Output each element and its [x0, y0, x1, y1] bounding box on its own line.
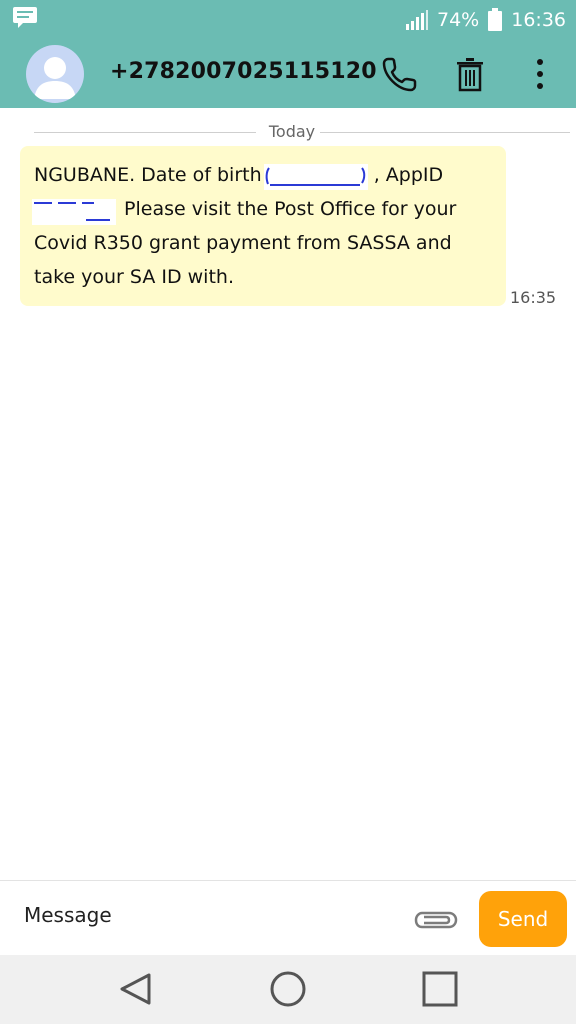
- more-vertical-icon[interactable]: [520, 54, 560, 94]
- signal-icon: [406, 10, 428, 30]
- date-divider: Today: [34, 122, 570, 144]
- message-line4: take your SA ID with.: [34, 266, 234, 288]
- redaction-mark: [264, 164, 368, 190]
- paperclip-icon[interactable]: [412, 907, 460, 933]
- redaction-mark: [32, 199, 116, 225]
- recents-icon[interactable]: [420, 969, 460, 1009]
- status-time: 16:36: [511, 9, 566, 31]
- conversation-header: +2782007025115120: [0, 38, 576, 108]
- navigation-bar: [0, 955, 576, 1024]
- contact-title: +2782007025115120: [110, 59, 377, 84]
- status-bar: 74% 16:36: [0, 0, 576, 38]
- trash-icon[interactable]: [450, 54, 490, 94]
- message-notification-icon: [13, 7, 37, 28]
- message-bubble[interactable]: NGUBANE. Date of birth , AppID Please vi…: [20, 146, 506, 306]
- phone-icon[interactable]: [380, 54, 420, 94]
- message-input[interactable]: Message: [24, 903, 112, 927]
- back-icon[interactable]: [116, 969, 156, 1009]
- message-line1-end: , AppID: [373, 164, 444, 186]
- status-right: 74% 16:36: [405, 6, 566, 34]
- battery-icon: [488, 8, 503, 31]
- message-line1-start: NGUBANE. Date of birth: [34, 164, 262, 186]
- message-line3: Covid R350 grant payment from SASSA and: [34, 232, 452, 254]
- battery-percent: 74%: [437, 9, 480, 31]
- send-button[interactable]: Send: [479, 891, 567, 947]
- date-label: Today: [268, 122, 316, 141]
- message-time: 16:35: [510, 288, 557, 307]
- person-icon: [34, 57, 76, 99]
- home-icon[interactable]: [268, 969, 308, 1009]
- composer: Message Send: [0, 880, 576, 956]
- message-line2: Please visit the Post Office for your: [124, 198, 457, 220]
- avatar[interactable]: [26, 45, 84, 103]
